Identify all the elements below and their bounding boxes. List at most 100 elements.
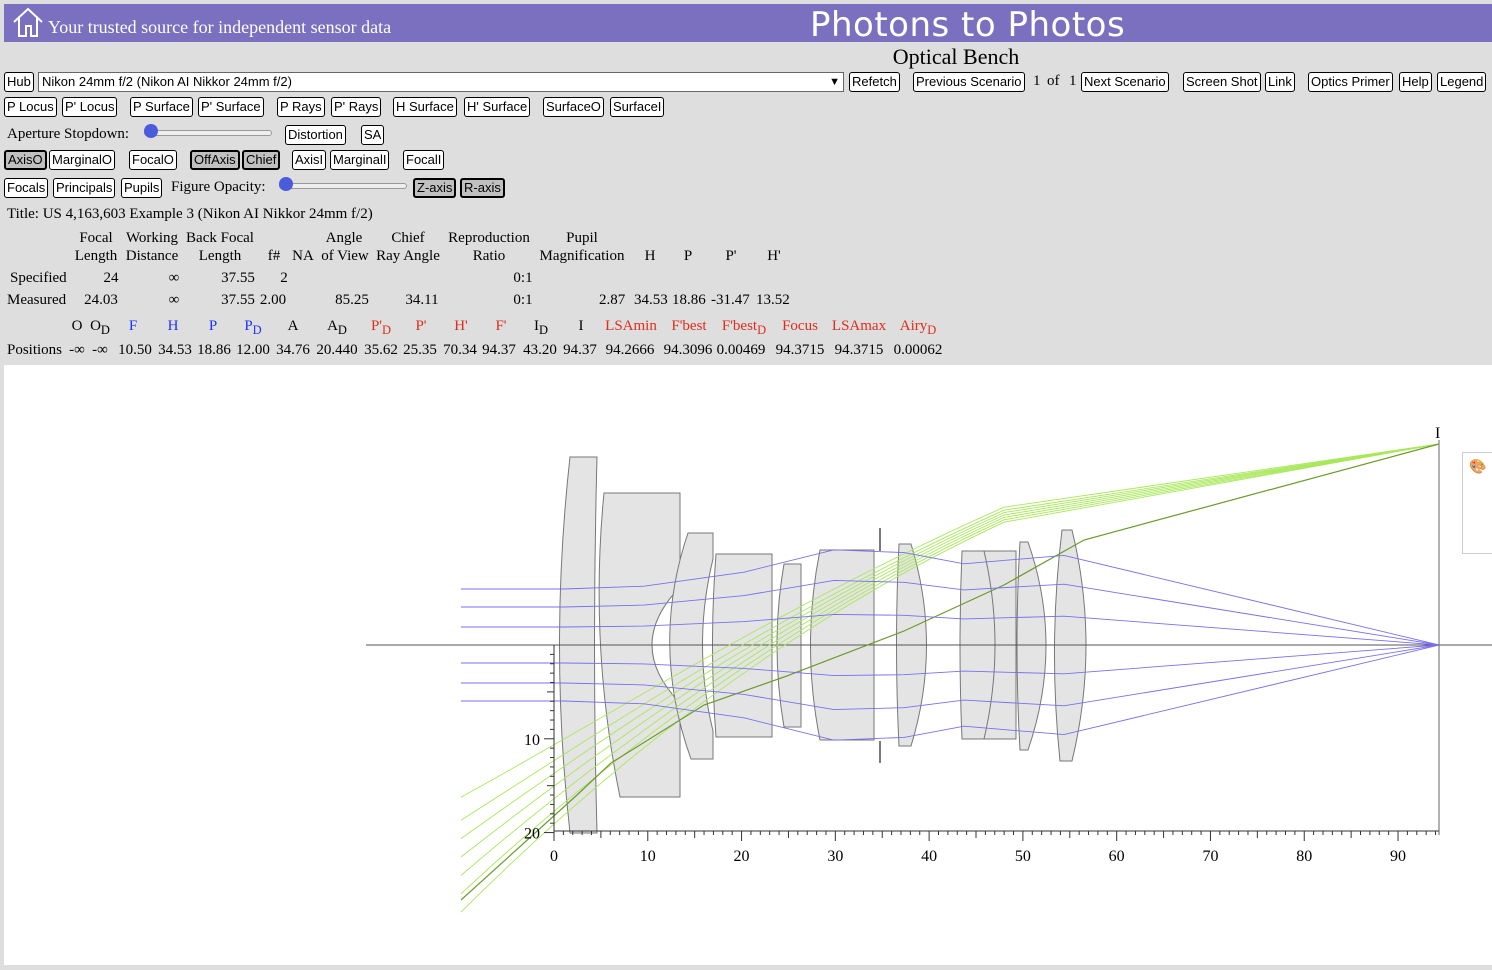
figure-opacity-slider[interactable] — [279, 177, 407, 191]
z-axis-toggle[interactable]: Z-axis — [413, 178, 457, 198]
slider-handle[interactable] — [144, 124, 158, 138]
measured-focal: 24.03 — [84, 292, 118, 308]
off-axis-toggle[interactable]: OffAxis — [190, 150, 240, 170]
position-value: 0.00062 — [893, 342, 943, 358]
scenario-count: 1 — [1069, 73, 1077, 89]
measured-pupil: 2.87 — [599, 292, 626, 308]
marginal-i-toggle[interactable]: MarginalI — [330, 150, 390, 170]
marginal-o-toggle[interactable]: MarginalO — [49, 150, 115, 170]
specified-focal: 24 — [103, 270, 119, 286]
position-header-subscript: D — [927, 323, 937, 337]
col-header: NA — [292, 248, 314, 264]
position-header-text: I — [578, 318, 584, 334]
p-prime-rays-button[interactable]: P' Rays — [331, 97, 382, 117]
lens-element — [1016, 541, 1047, 751]
help-button[interactable]: Help — [1399, 72, 1432, 92]
col-header: Working — [125, 230, 179, 246]
measured-working: ∞ — [168, 292, 180, 308]
position-header-text: A — [327, 318, 338, 334]
principals-button[interactable]: Principals — [53, 178, 116, 198]
row-label-measured: Measured — [7, 292, 67, 308]
specified-working: ∞ — [168, 270, 180, 286]
refetch-button[interactable]: Refetch — [849, 72, 900, 92]
p-prime-locus-button[interactable]: P' Locus — [62, 97, 118, 117]
col-header: Pupil — [566, 230, 598, 246]
sa-button[interactable]: SA — [361, 125, 385, 145]
slider-track — [279, 183, 407, 189]
p-surface-button[interactable]: P Surface — [130, 97, 193, 117]
palette-icon[interactable]: 🎨 — [1469, 459, 1486, 476]
aperture-stopdown-slider[interactable] — [144, 124, 272, 138]
col-header: Distance — [125, 248, 179, 264]
col-header: H' — [767, 248, 781, 264]
col-header: Length — [198, 248, 242, 264]
col-header: Angle — [325, 230, 363, 246]
col-header: Ray Angle — [376, 248, 440, 264]
page-title: Optical Bench — [892, 44, 1020, 69]
specified-fnum: 2 — [280, 270, 288, 286]
col-header: Focal — [79, 230, 113, 246]
specified-ratio: 0:1 — [513, 270, 533, 286]
col-header: of View — [321, 248, 369, 264]
measured-fnum: 2.00 — [259, 292, 287, 308]
col-header: Ratio — [472, 248, 506, 264]
chief-toggle[interactable]: Chief — [242, 150, 281, 170]
home-icon[interactable] — [12, 6, 44, 38]
lens-select-value: Nikon 24mm f/2 (Nikon AI Nikkor 24mm f/2… — [42, 74, 292, 89]
surface-i-button[interactable]: SurfaceI — [610, 97, 665, 117]
optics-primer-button[interactable]: Optics Primer — [1308, 72, 1393, 92]
p-prime-surface-button[interactable]: P' Surface — [198, 97, 264, 117]
measured-bfl: 37.55 — [221, 292, 255, 308]
focals-button[interactable]: Focals — [4, 178, 49, 198]
h-surface-button[interactable]: H Surface — [393, 97, 457, 117]
surface-o-button[interactable]: SurfaceO — [543, 97, 604, 117]
pupils-button[interactable]: Pupils — [121, 178, 163, 198]
hub-button[interactable]: Hub — [4, 72, 34, 92]
position-header-text: Focus — [782, 318, 818, 334]
slider-track — [144, 130, 272, 136]
z-axis-tick-label: 10 — [640, 848, 656, 865]
position-header-text: P — [244, 318, 253, 334]
r-axis-tick-label: 20 — [524, 826, 540, 843]
z-axis-tick-label: 90 — [1390, 848, 1406, 865]
measured-h: 34.53 — [634, 292, 668, 308]
image-plane-label: I — [1435, 425, 1440, 442]
z-axis-tick-label: 50 — [1015, 848, 1031, 865]
position-header-text: F'best — [671, 318, 707, 334]
col-header: Magnification — [539, 248, 625, 264]
scenario-index: 1 — [1033, 73, 1041, 89]
col-header: f# — [267, 248, 281, 264]
site-title[interactable]: Photons to Photos — [810, 5, 1125, 45]
figure-opacity-label: Figure Opacity: — [171, 179, 266, 195]
axis-o-toggle[interactable]: AxisO — [4, 150, 47, 170]
focal-i-toggle[interactable]: FocalI — [403, 150, 445, 170]
col-header: Chief — [391, 230, 425, 246]
screen-shot-button[interactable]: Screen Shot — [1183, 72, 1261, 92]
axis-i-toggle[interactable]: AxisI — [292, 150, 327, 170]
previous-scenario-button[interactable]: Previous Scenario — [913, 72, 1025, 92]
specified-bfl: 37.55 — [221, 270, 255, 286]
z-axis-tick-label: 80 — [1296, 848, 1312, 865]
z-axis-tick-label: 40 — [921, 848, 937, 865]
measured-chief: 34.11 — [405, 292, 439, 308]
lens-select[interactable]: Nikon 24mm f/2 (Nikon AI Nikkor 24mm f/2… — [38, 72, 844, 92]
distortion-button[interactable]: Distortion — [285, 125, 346, 145]
h-prime-surface-button[interactable]: H' Surface — [464, 97, 531, 117]
scenario-of-label: of — [1047, 73, 1060, 89]
link-button[interactable]: Link — [1265, 72, 1295, 92]
slider-handle[interactable] — [279, 177, 293, 191]
r-axis-toggle[interactable]: R-axis — [460, 178, 505, 198]
side-popup-panel[interactable]: 🎨 — [1462, 452, 1492, 554]
p-locus-button[interactable]: P Locus — [4, 97, 57, 117]
measured-h-prime: 13.52 — [756, 292, 790, 308]
legend-button[interactable]: Legend — [1437, 72, 1487, 92]
z-axis-tick-label: 20 — [734, 848, 750, 865]
optical-diagram[interactable]: I 0 10 20 30 40 50 60 70 80 90 10 20 — [4, 365, 1492, 965]
next-scenario-button[interactable]: Next Scenario — [1081, 72, 1169, 92]
chevron-down-icon: ▼ — [829, 76, 840, 88]
col-header: Back Focal — [186, 230, 254, 246]
p-rays-button[interactable]: P Rays — [277, 97, 325, 117]
focal-o-toggle[interactable]: FocalO — [129, 150, 177, 170]
row-label-specified: Specified — [10, 270, 67, 286]
col-header: P' — [725, 248, 737, 264]
